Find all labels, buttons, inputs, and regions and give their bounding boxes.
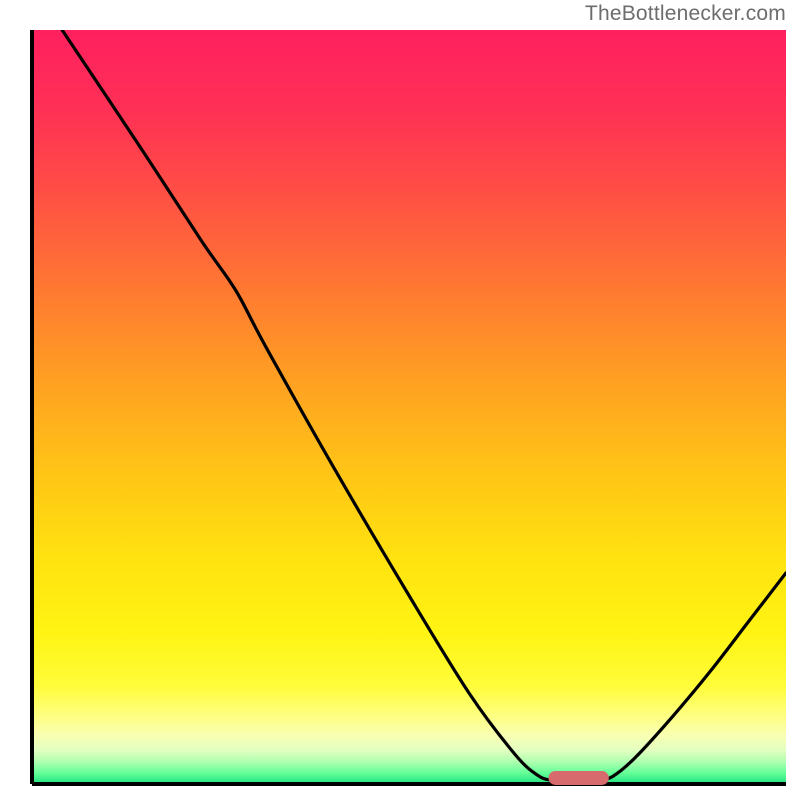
watermark-text: TheBottlenecker.com xyxy=(585,2,786,26)
bottleneck-chart xyxy=(0,0,800,800)
optimal-marker xyxy=(548,771,608,785)
gradient-background xyxy=(32,30,786,784)
chart-container: TheBottlenecker.com xyxy=(0,0,800,800)
